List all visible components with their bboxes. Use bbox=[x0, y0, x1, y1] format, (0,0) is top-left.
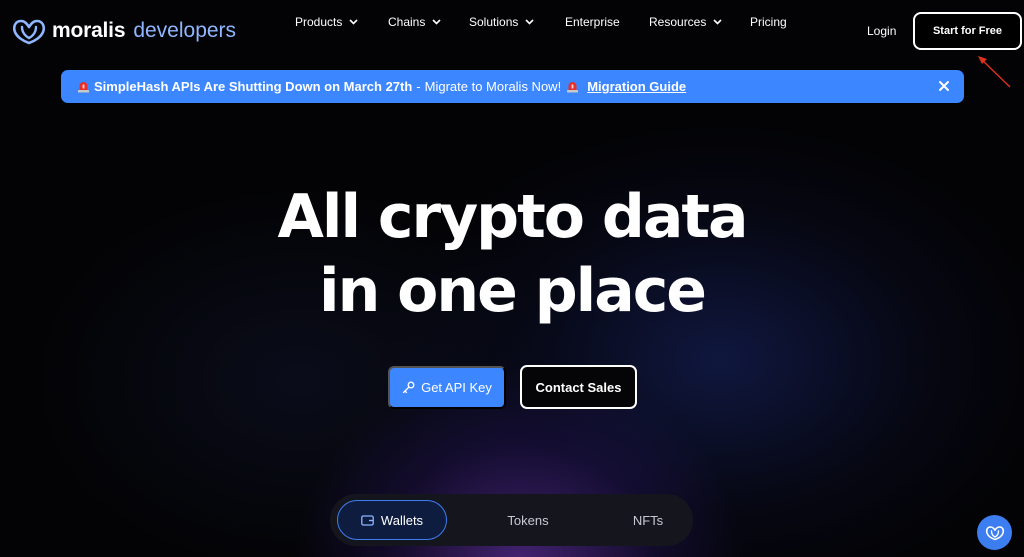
menu-item-label: Pricing bbox=[750, 15, 787, 29]
chevron-down-icon bbox=[432, 19, 441, 25]
hero-title-line2: in one place bbox=[319, 256, 707, 326]
hero-title-line1: All crypto data bbox=[277, 182, 748, 252]
chevron-down-icon bbox=[713, 19, 722, 25]
wallet-icon bbox=[361, 514, 374, 526]
menu-item-label: Enterprise bbox=[565, 15, 620, 29]
annotation-arrow-icon bbox=[978, 56, 1011, 88]
siren-icon bbox=[78, 82, 89, 93]
start-for-free-button[interactable]: Start for Free bbox=[913, 12, 1022, 50]
migration-guide-link[interactable]: Migration Guide bbox=[587, 79, 686, 94]
banner-separator: - bbox=[416, 79, 421, 94]
menu-item-chains[interactable]: Chains bbox=[388, 13, 441, 31]
chevron-down-icon bbox=[525, 19, 534, 25]
logo[interactable]: moralis developers bbox=[12, 16, 236, 46]
menu-item-pricing[interactable]: Pricing bbox=[750, 13, 787, 31]
tab-nfts[interactable]: NFTs bbox=[600, 500, 696, 540]
tab-label: Tokens bbox=[507, 512, 549, 528]
get-api-key-button[interactable]: Get API Key bbox=[388, 366, 506, 409]
hero-title: All crypto data in one place bbox=[0, 180, 1024, 328]
banner-message: Migrate to Moralis Now! bbox=[424, 79, 562, 94]
brand-name: moralis bbox=[52, 19, 126, 42]
menu-item-products[interactable]: Products bbox=[295, 13, 358, 31]
menu-item-label: Resources bbox=[649, 15, 707, 29]
menu-item-label: Solutions bbox=[469, 15, 519, 29]
siren-icon bbox=[567, 82, 579, 93]
key-icon bbox=[402, 381, 415, 394]
announcement-banner: SimpleHash APIs Are Shutting Down on Mar… bbox=[61, 70, 964, 103]
menu-item-label: Products bbox=[295, 15, 343, 29]
close-icon[interactable] bbox=[938, 80, 950, 92]
tab-wallets[interactable]: Wallets bbox=[337, 500, 447, 540]
get-api-key-label: Get API Key bbox=[421, 380, 492, 395]
chat-button[interactable] bbox=[977, 515, 1012, 550]
tab-label: NFTs bbox=[632, 512, 664, 528]
login-link[interactable]: Login bbox=[867, 22, 896, 40]
banner-headline: SimpleHash APIs Are Shutting Down on Mar… bbox=[94, 79, 413, 94]
brand-subtitle: developers bbox=[133, 19, 237, 42]
chat-icon bbox=[985, 525, 1004, 540]
chevron-down-icon bbox=[349, 19, 358, 25]
tab-label: Wallets bbox=[380, 512, 424, 528]
tab-tokens[interactable]: Tokens bbox=[478, 500, 578, 540]
moralis-heart-logo-icon bbox=[12, 19, 46, 45]
menu-item-enterprise[interactable]: Enterprise bbox=[565, 13, 620, 31]
menu-item-label: Chains bbox=[388, 15, 426, 29]
contact-sales-button[interactable]: Contact Sales bbox=[520, 365, 637, 409]
top-navigation: moralis developers Products Chains Solut… bbox=[0, 0, 1024, 88]
product-tabs: Wallets Tokens NFTs bbox=[330, 494, 693, 546]
menu-item-solutions[interactable]: Solutions bbox=[469, 13, 534, 31]
menu-item-resources[interactable]: Resources bbox=[649, 13, 722, 31]
